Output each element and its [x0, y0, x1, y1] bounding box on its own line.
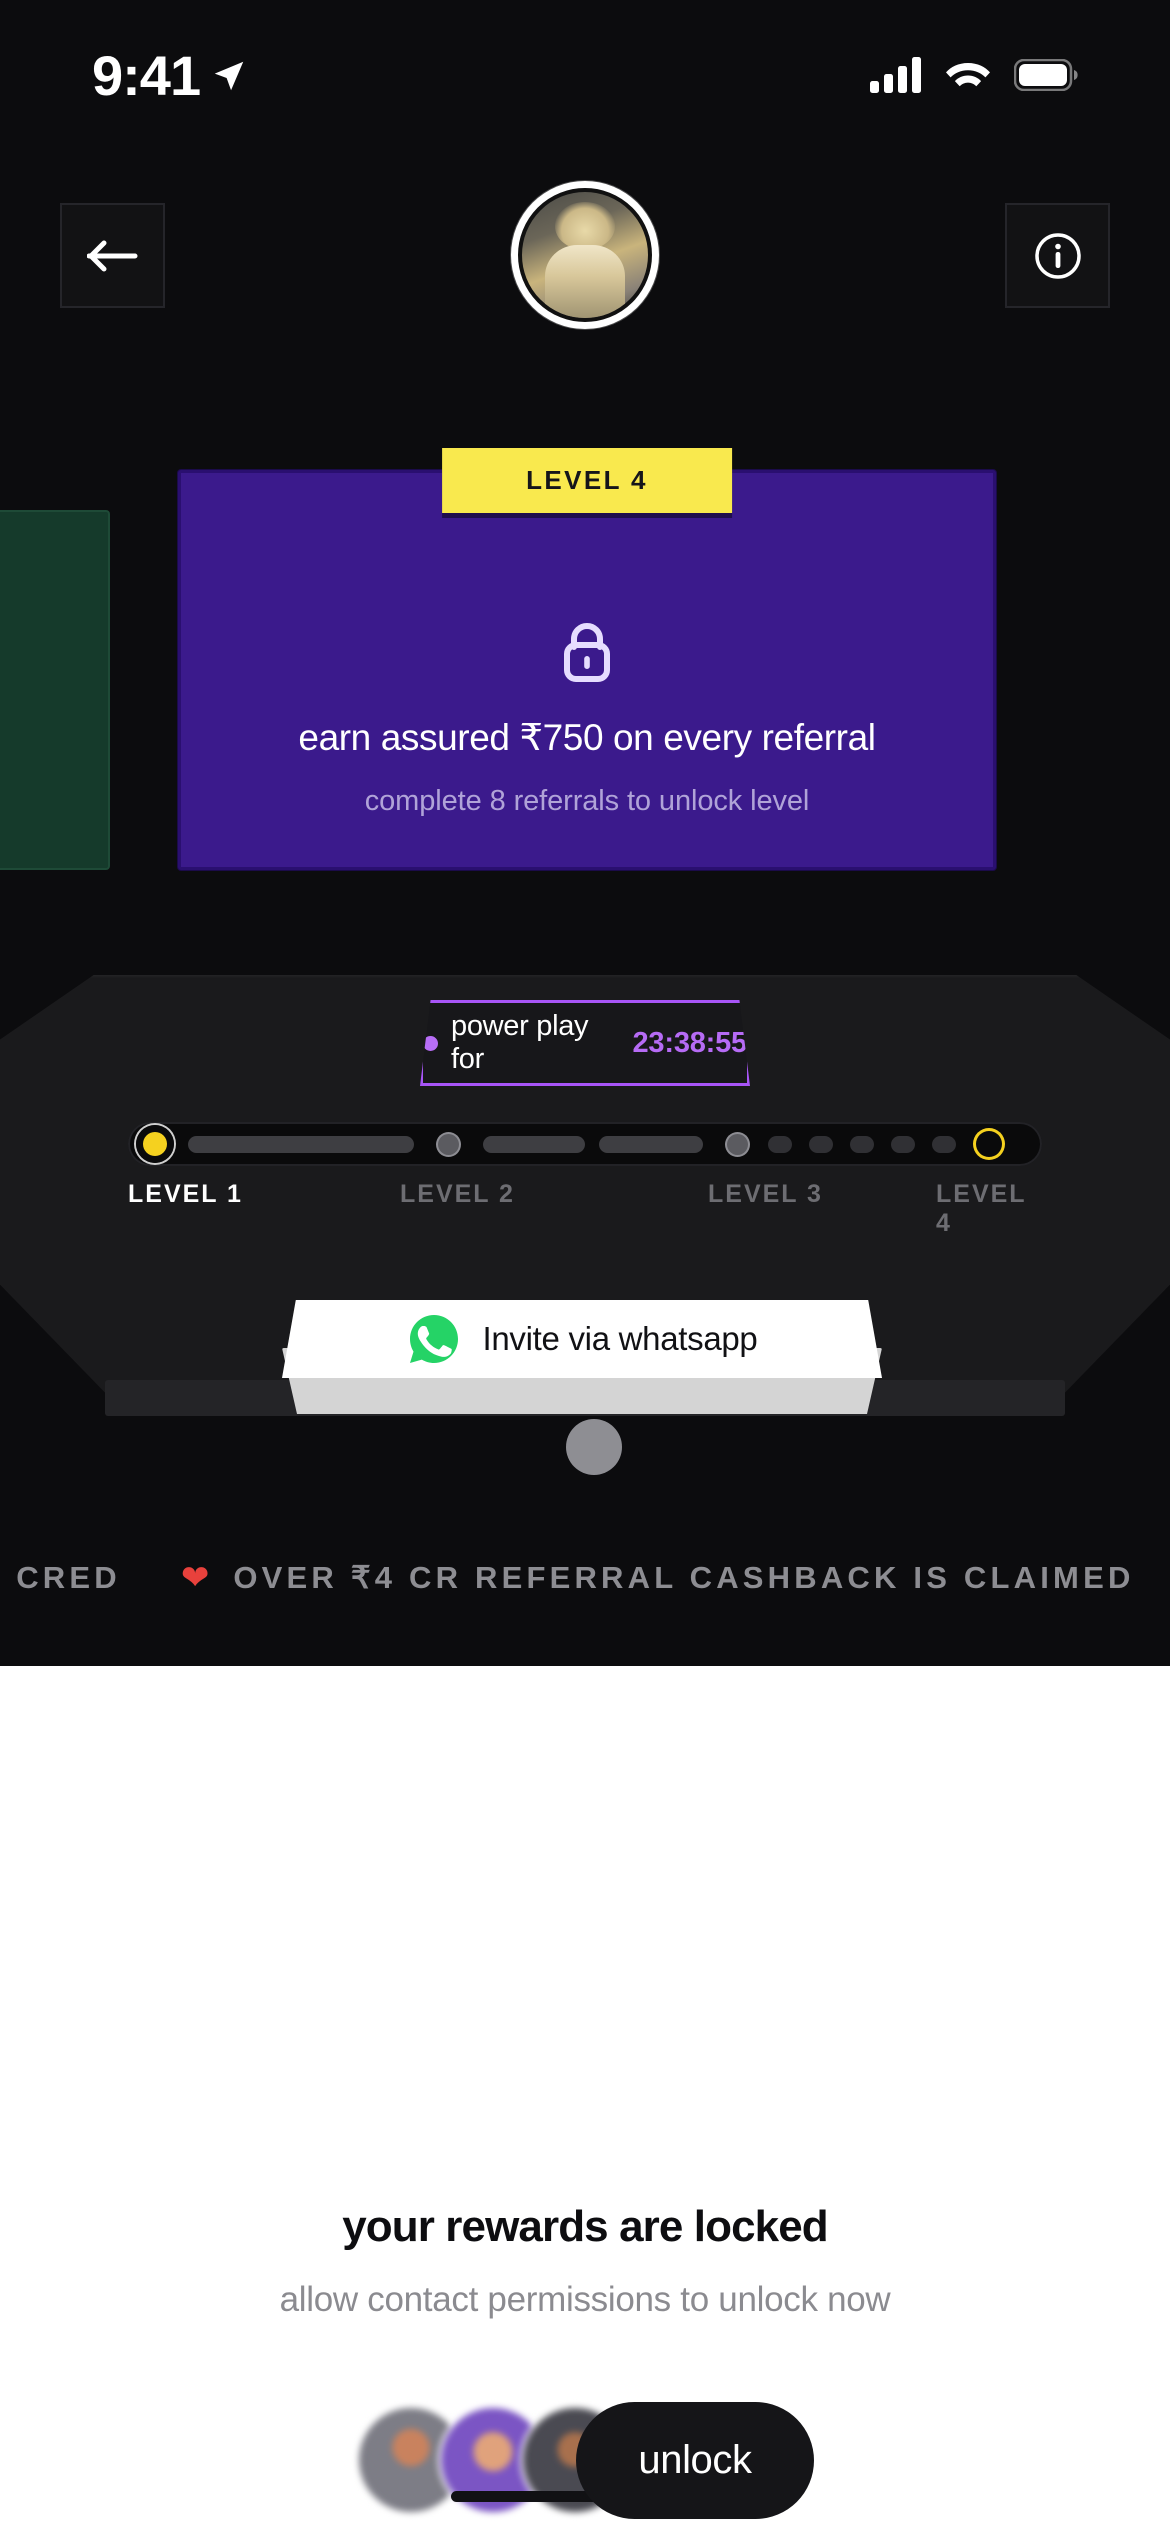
- nav-bar: [0, 181, 1170, 329]
- progress-segment: [599, 1135, 703, 1153]
- level-badge: LEVEL 4: [442, 448, 732, 513]
- progress-node-start: [136, 1125, 174, 1163]
- level-card-previous[interactable]: [0, 510, 110, 870]
- progress-pip: [809, 1135, 833, 1153]
- heart-icon: ❤: [180, 1559, 210, 1597]
- referral-marquee: IN CRED ❤ OVER ₹4 CR REFERRAL CASHBACK I…: [0, 1543, 1170, 1613]
- cellular-signal-icon: [870, 57, 921, 93]
- invite-button-face[interactable]: Invite via whatsapp: [282, 1300, 882, 1378]
- sheet-title: your rewards are locked: [342, 2202, 828, 2251]
- unlock-button[interactable]: unlock: [576, 2401, 814, 2519]
- invite-button-label: Invite via whatsapp: [482, 1320, 758, 1357]
- progress-segment: [188, 1135, 414, 1153]
- level-card-subtitle: complete 8 referrals to unlock level: [364, 785, 810, 817]
- power-play-banner[interactable]: power play for 23:38:55: [420, 1000, 750, 1086]
- marquee-left-text: IN CRED: [0, 1560, 121, 1595]
- level-card-carousel[interactable]: LEVEL 4 earn assured ₹750 on every refer…: [0, 448, 1170, 910]
- unlock-row: unlock: [0, 2390, 1170, 2530]
- info-circle-icon: [1034, 232, 1081, 279]
- wifi-icon: [946, 63, 990, 87]
- progress-segment: [483, 1135, 585, 1153]
- power-play-label: power play for: [451, 1010, 589, 1075]
- status-bar: 9:41: [0, 0, 1170, 150]
- lock-icon-wrap: [181, 621, 993, 690]
- status-bar-right: [870, 57, 1078, 93]
- level-label-row: LEVEL 1 LEVEL 2 LEVEL 3 LEVEL 4: [128, 1180, 1042, 1237]
- progress-pip: [768, 1135, 792, 1153]
- back-button[interactable]: [60, 203, 165, 308]
- progress-pip: [932, 1135, 956, 1153]
- arrow-left-icon: [86, 240, 137, 271]
- level-progress-track[interactable]: [128, 1122, 1042, 1166]
- invite-via-whatsapp-button[interactable]: Invite via whatsapp: [282, 1300, 882, 1420]
- avatar-image: [518, 188, 652, 322]
- location-arrow-icon: [214, 61, 244, 91]
- lock-icon: [564, 623, 610, 682]
- level-label-3: LEVEL 3: [708, 1180, 823, 1208]
- level-card-title: earn assured ₹750 on every referral: [298, 717, 876, 758]
- rewards-locked-sheet: your rewards are locked allow contact pe…: [0, 1666, 1170, 2532]
- whatsapp-icon: [409, 1315, 458, 1363]
- level-card-current[interactable]: LEVEL 4 earn assured ₹750 on every refer…: [178, 448, 996, 870]
- info-button[interactable]: [1005, 203, 1110, 308]
- level-label-1: LEVEL 1: [128, 1180, 243, 1208]
- touch-indicator: [566, 1419, 622, 1475]
- level-label-2: LEVEL 2: [400, 1180, 515, 1208]
- progress-pip: [891, 1135, 915, 1153]
- marquee-text: OVER ₹4 CR REFERRAL CASHBACK IS CLAIMED: [233, 1560, 1135, 1595]
- progress-node-end: [976, 1131, 1002, 1157]
- status-bar-time: 9:41: [92, 43, 201, 107]
- level-label-4: LEVEL 4: [936, 1180, 1027, 1237]
- status-bar-left: 9:41: [92, 43, 248, 108]
- progress-node-level2: [438, 1133, 459, 1155]
- avatar[interactable]: [511, 181, 659, 329]
- progress-node-level3: [727, 1133, 748, 1155]
- progress-pip: [850, 1135, 874, 1153]
- power-play-timer: 23:38:55: [632, 1026, 748, 1059]
- battery-full-icon: [1014, 59, 1078, 91]
- sheet-subtitle: allow contact permissions to unlock now: [279, 2280, 891, 2319]
